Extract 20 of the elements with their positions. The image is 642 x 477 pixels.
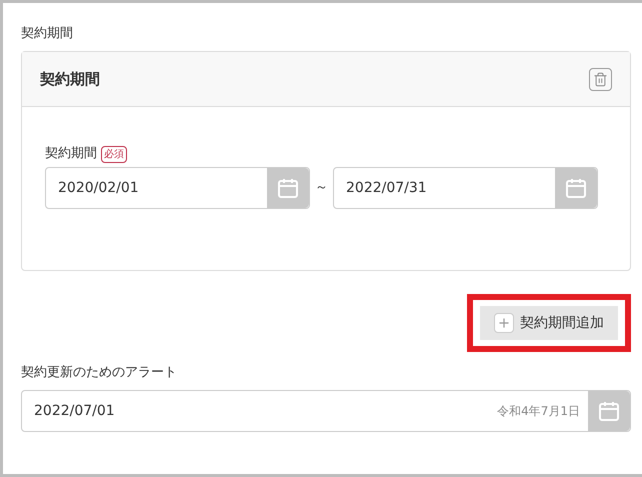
field-label: 契約期間 bbox=[45, 145, 97, 164]
calendar-button[interactable] bbox=[588, 391, 630, 431]
calendar-button[interactable] bbox=[555, 168, 597, 208]
trash-icon bbox=[593, 72, 608, 86]
alert-label: 契約更新のためのアラート bbox=[21, 364, 178, 382]
calendar-icon bbox=[565, 177, 587, 199]
alert-date-field[interactable]: 2022/07/01 令和4年7月1日 bbox=[21, 390, 631, 432]
end-date-field[interactable]: 2022/07/31 bbox=[333, 167, 598, 209]
required-badge: 必須 bbox=[101, 146, 127, 162]
era-date: 令和4年7月1日 bbox=[497, 403, 581, 420]
calendar-icon bbox=[277, 177, 299, 199]
range-separator: ～ bbox=[314, 179, 329, 198]
section-label: 契約期間 bbox=[21, 25, 74, 43]
card-title: 契約期間 bbox=[40, 68, 100, 90]
start-date-field[interactable]: 2020/02/01 bbox=[45, 167, 310, 209]
plus-icon bbox=[494, 313, 514, 333]
calendar-icon bbox=[598, 400, 620, 422]
calendar-button[interactable] bbox=[267, 168, 309, 208]
add-period-button[interactable]: 契約期間追加 bbox=[480, 306, 618, 340]
delete-button[interactable] bbox=[589, 68, 612, 90]
